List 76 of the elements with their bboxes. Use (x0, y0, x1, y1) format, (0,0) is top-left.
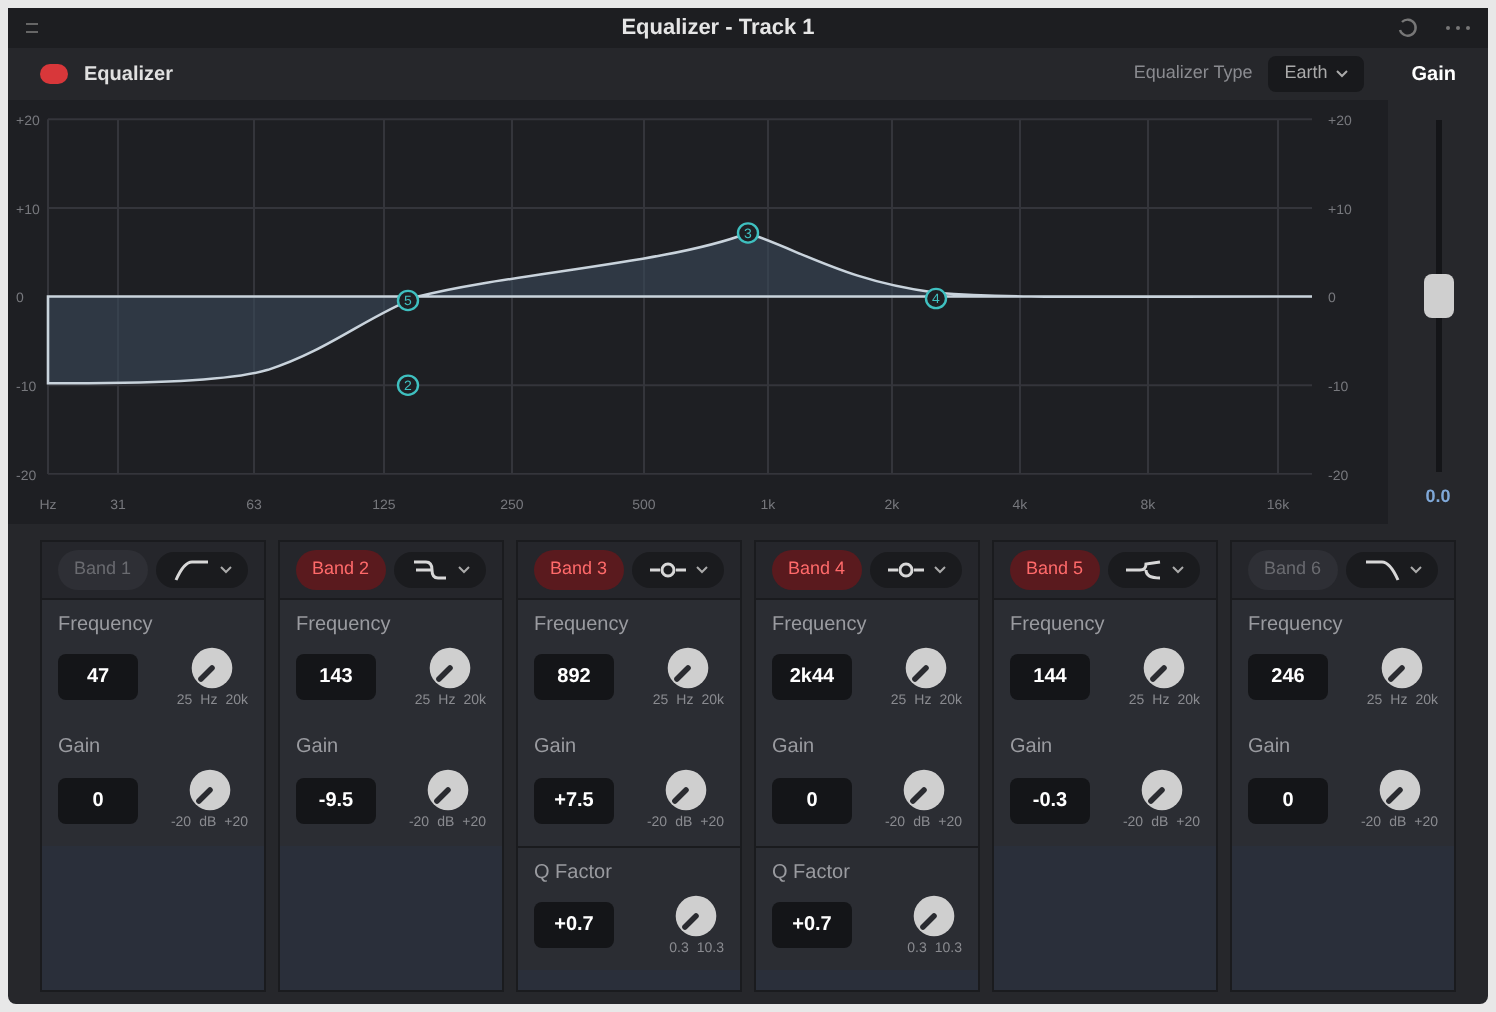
band-toggle[interactable]: Band 4 (772, 550, 862, 589)
value-field[interactable]: 0 (1248, 777, 1328, 824)
param-label: Q Factor (534, 859, 614, 887)
knob[interactable] (426, 643, 475, 691)
param-label: Frequency (772, 611, 869, 639)
caret-icon (1335, 70, 1348, 78)
filter-type-dropdown[interactable] (394, 551, 486, 588)
knob[interactable] (188, 643, 237, 691)
value-field[interactable]: 144 (1010, 654, 1090, 701)
value-field[interactable]: -9.5 (296, 777, 376, 824)
filter-type-dropdown[interactable] (870, 551, 962, 588)
value-field[interactable]: 143 (296, 654, 376, 701)
caret-icon (458, 565, 470, 574)
gain-label: Gain (1411, 61, 1456, 89)
filter-type-dropdown[interactable] (632, 551, 724, 588)
knob[interactable] (1140, 643, 1189, 691)
caret-icon (696, 565, 708, 574)
param-label: Frequency (534, 611, 631, 639)
gain-slider-track[interactable] (1423, 120, 1453, 472)
band-toggle[interactable]: Band 3 (534, 550, 624, 589)
band-toggle[interactable]: Band 2 (296, 550, 386, 589)
param-label: Frequency (296, 611, 393, 639)
filter-type-dropdown[interactable] (1346, 551, 1438, 588)
value-field[interactable]: 892 (534, 654, 614, 701)
filter-type-dropdown[interactable] (1108, 551, 1200, 588)
type-label: Equalizer Type (1133, 60, 1253, 87)
gain-value: 0.0 (1425, 484, 1451, 510)
caret-icon (1172, 565, 1184, 574)
filter-shape-icon (172, 555, 212, 584)
power-toggle[interactable] (40, 64, 68, 84)
param-label: Gain (1010, 734, 1055, 762)
filter-shape-icon (1362, 555, 1402, 584)
reset-icon[interactable] (1396, 16, 1420, 40)
gain-slider-thumb[interactable] (1423, 274, 1453, 318)
value-field[interactable]: +7.5 (534, 777, 614, 824)
value-field[interactable]: 0 (58, 777, 138, 824)
value-field[interactable]: -0.3 (1010, 777, 1090, 824)
value-field[interactable]: +0.7 (534, 902, 614, 949)
caret-icon (1410, 565, 1422, 574)
value-field[interactable]: 0 (772, 777, 852, 824)
value-field[interactable]: 246 (1248, 654, 1328, 701)
knob[interactable] (1375, 766, 1424, 814)
param-label: Gain (534, 734, 579, 762)
section-label: Equalizer (84, 61, 173, 89)
param-label: Gain (772, 734, 817, 762)
param-label: Gain (1248, 734, 1293, 762)
window-title: Equalizer - Track 1 (619, 13, 817, 44)
param-label: Gain (58, 734, 103, 762)
knob[interactable] (423, 766, 472, 814)
knob[interactable] (672, 891, 721, 939)
param-label: Frequency (58, 611, 155, 639)
knob[interactable] (902, 643, 951, 691)
caret-icon (934, 565, 946, 574)
type-dropdown[interactable]: Earth (1268, 56, 1364, 92)
filter-shape-icon (410, 555, 450, 584)
value-field[interactable]: 2k44 (772, 654, 852, 701)
filter-type-dropdown[interactable] (156, 551, 248, 588)
param-label: Q Factor (772, 859, 852, 887)
caret-icon (220, 565, 232, 574)
filter-shape-icon (1124, 555, 1164, 584)
knob[interactable] (664, 643, 713, 691)
knob[interactable] (899, 766, 948, 814)
value-field[interactable]: +0.7 (772, 902, 852, 949)
param-label: Gain (296, 734, 341, 762)
knob[interactable] (185, 766, 234, 814)
knob[interactable] (1378, 643, 1427, 691)
param-label: Frequency (1010, 611, 1107, 639)
knob[interactable] (1137, 766, 1186, 814)
band-toggle[interactable]: Band 5 (1010, 550, 1100, 589)
value-field[interactable]: 47 (58, 654, 138, 701)
more-options-icon[interactable] (1444, 24, 1472, 32)
dropdown-value: Earth (1284, 60, 1328, 87)
knob[interactable] (910, 891, 959, 939)
param-label: Frequency (1248, 611, 1345, 639)
knob[interactable] (661, 766, 710, 814)
window-menu-icon[interactable] (24, 20, 40, 36)
